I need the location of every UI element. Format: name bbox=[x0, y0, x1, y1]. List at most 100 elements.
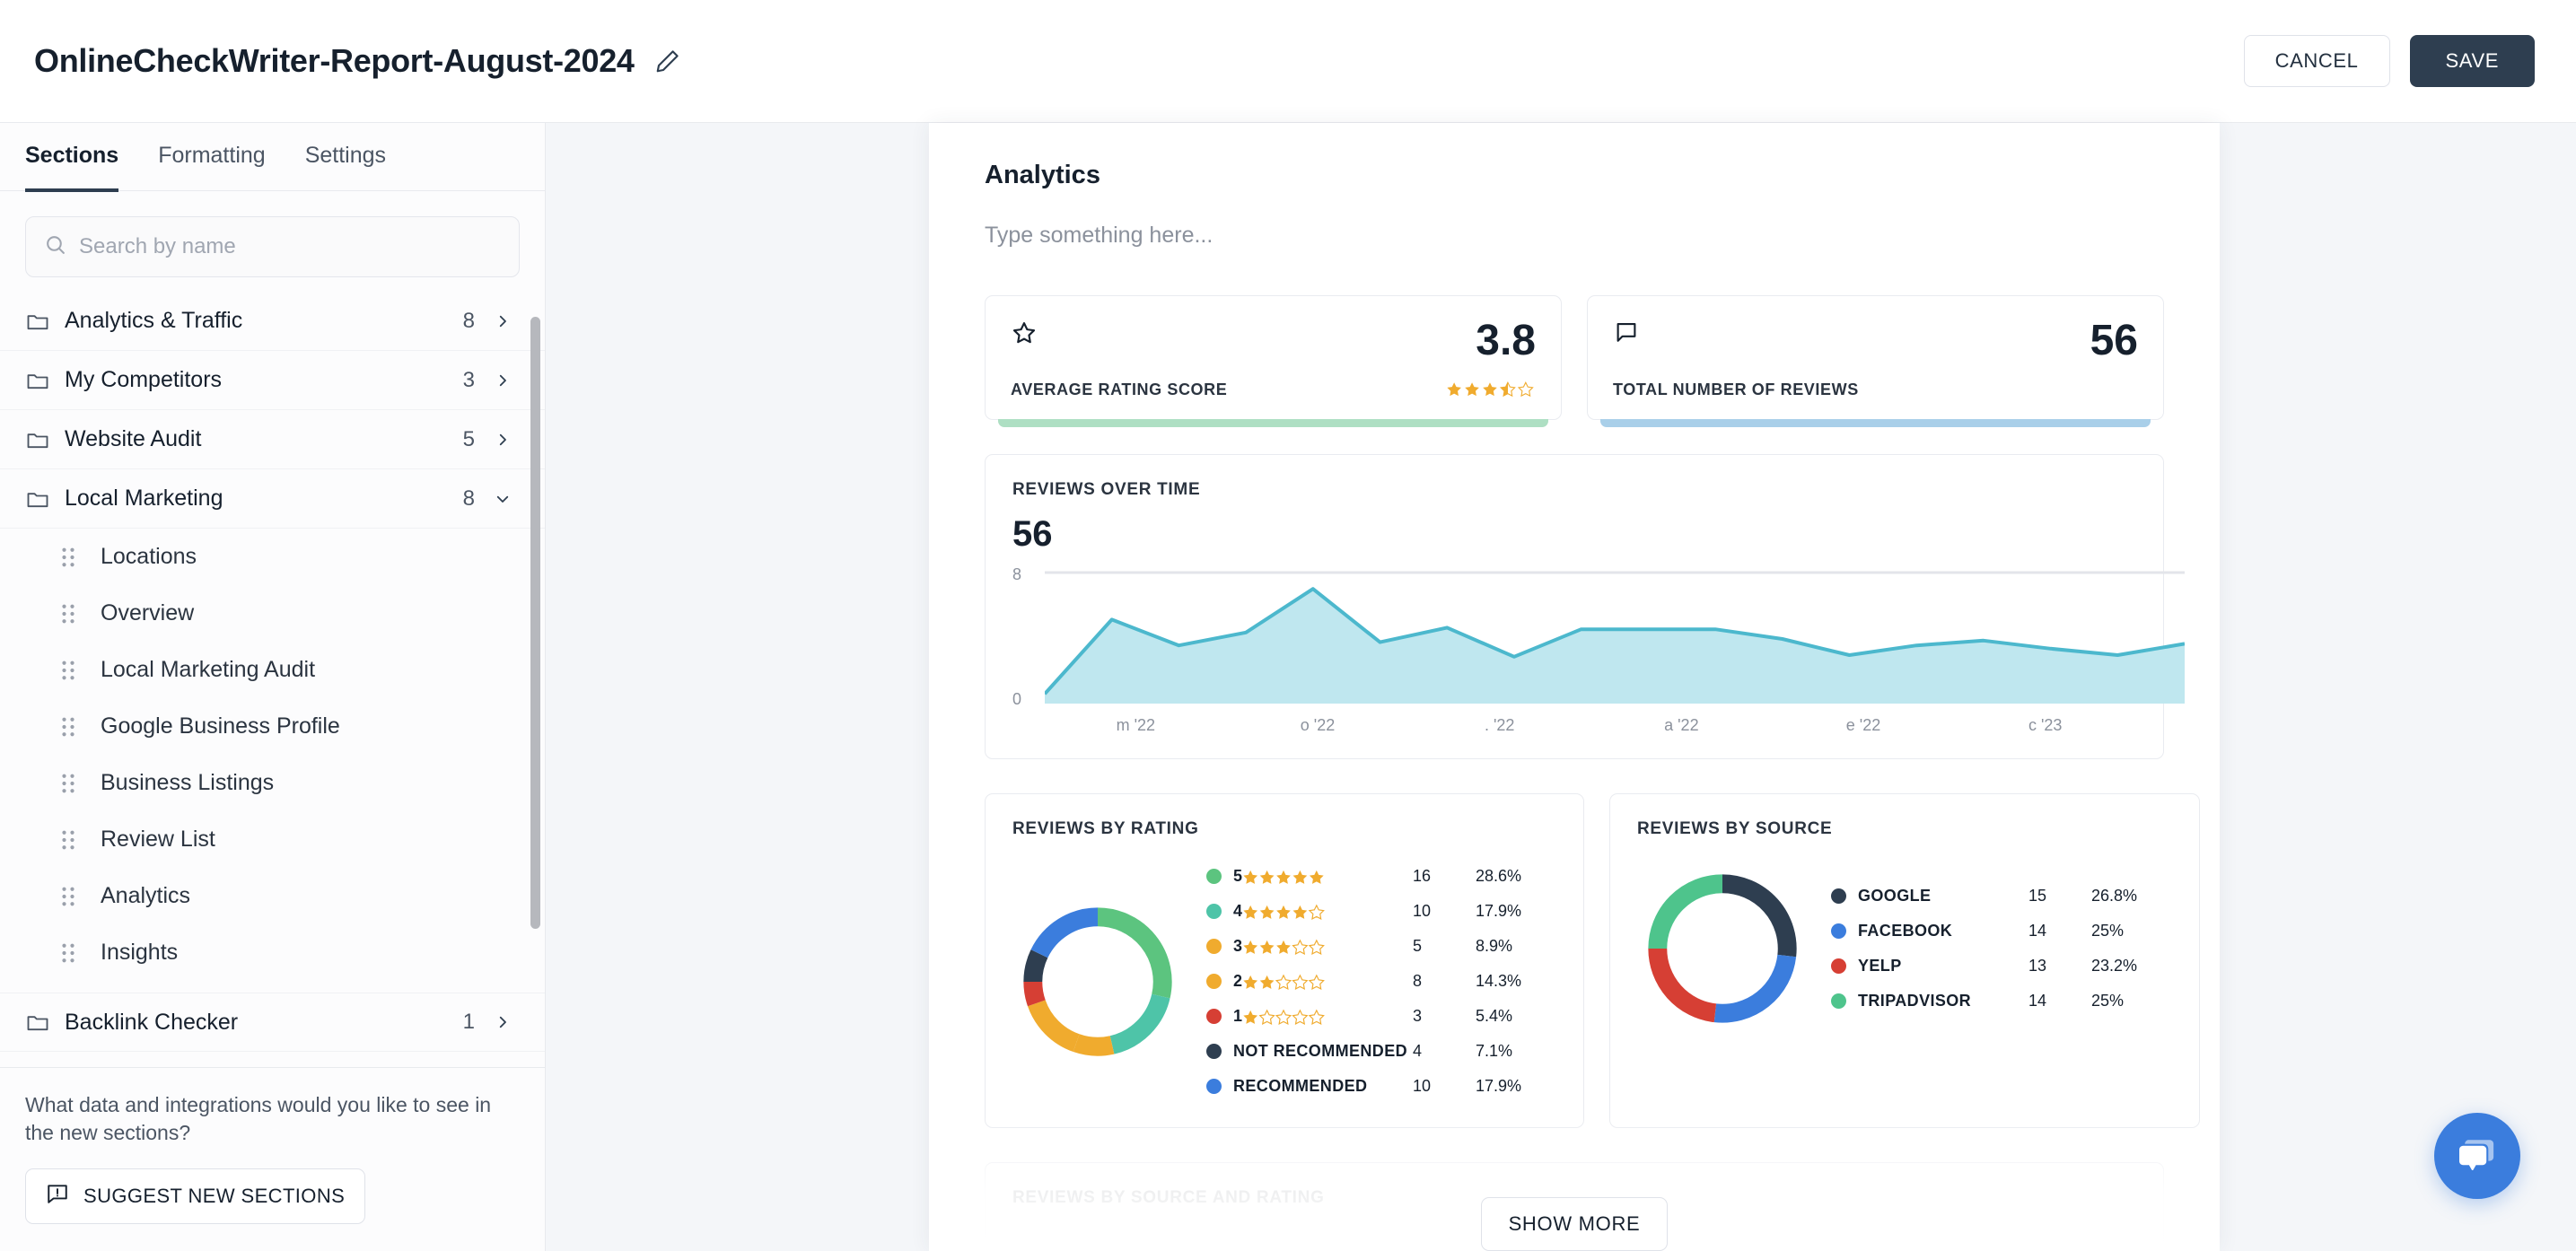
pencil-icon[interactable] bbox=[654, 48, 681, 74]
sidebar-folder-my-competitors[interactable]: My Competitors 3 bbox=[0, 351, 545, 410]
legend-color-dot bbox=[1831, 888, 1846, 904]
drag-handle-icon[interactable] bbox=[61, 942, 81, 964]
drag-handle-icon[interactable] bbox=[61, 603, 81, 625]
cancel-button[interactable]: CANCEL bbox=[2244, 35, 2390, 87]
suggest-button-label: SUGGEST NEW SECTIONS bbox=[83, 1185, 345, 1208]
drag-handle-icon[interactable] bbox=[61, 660, 81, 681]
show-more-button[interactable]: SHOW MORE bbox=[1481, 1197, 1669, 1251]
total-reviews-card: 56 TOTAL NUMBER OF REVIEWS bbox=[1587, 295, 2164, 420]
card-accent-bar bbox=[1600, 419, 2151, 427]
reviews-by-rating-card: REVIEWS BY RATING 51628.6%41017.9%358.9%… bbox=[985, 793, 1584, 1128]
folder-count: 8 bbox=[463, 486, 475, 512]
source-legend: GOOGLE1526.8%FACEBOOK1425%YELP1323.2%TRI… bbox=[1831, 879, 2172, 1019]
sidebar-folder-analytics-traffic[interactable]: Analytics & Traffic 8 bbox=[0, 292, 545, 351]
sidebar-folder-local-marketing[interactable]: Local Marketing 8 bbox=[0, 469, 545, 529]
chevron-right-icon[interactable] bbox=[495, 432, 511, 448]
sidebar-item-label: Locations bbox=[101, 544, 197, 570]
x-tick: m '22 bbox=[1045, 716, 1227, 735]
legend-row: 51628.6% bbox=[1206, 859, 1556, 894]
reviews-over-time-total: 56 bbox=[1012, 514, 2136, 555]
search-icon bbox=[44, 233, 66, 260]
comment-icon bbox=[1613, 319, 1640, 351]
sidebar-item-analytics[interactable]: Analytics bbox=[0, 868, 545, 924]
legend-count: 15 bbox=[2028, 887, 2091, 905]
folder-count: 8 bbox=[463, 309, 475, 334]
legend-row: 2814.3% bbox=[1206, 964, 1556, 999]
x-tick: a '22 bbox=[1590, 716, 1773, 735]
drag-handle-icon[interactable] bbox=[61, 773, 81, 794]
folder-label: Backlink Checker bbox=[65, 1010, 463, 1036]
legend-label: 1 bbox=[1233, 1007, 1242, 1026]
chevron-right-icon[interactable] bbox=[495, 313, 511, 329]
sidebar-folder-website-audit[interactable]: Website Audit 5 bbox=[0, 410, 545, 469]
sidebar: Sections Formatting Settings Analytics &… bbox=[0, 123, 546, 1251]
legend-count: 8 bbox=[1413, 972, 1476, 991]
sidebar-item-locations[interactable]: Locations bbox=[0, 529, 545, 585]
legend-percent: 17.9% bbox=[1476, 1077, 1556, 1096]
search-input[interactable] bbox=[66, 234, 501, 259]
sidebar-item-label: Overview bbox=[101, 600, 194, 626]
tab-formatting[interactable]: Formatting bbox=[158, 143, 265, 192]
sidebar-folder-backlink-checker[interactable]: Backlink Checker 1 bbox=[0, 993, 545, 1052]
top-bar-actions: CANCEL SAVE bbox=[2244, 35, 2535, 87]
legend-label-group: GOOGLE bbox=[1858, 887, 2028, 905]
folder-icon bbox=[25, 368, 52, 393]
drag-handle-icon[interactable] bbox=[61, 547, 81, 568]
sidebar-item-local-marketing-audit[interactable]: Local Marketing Audit bbox=[0, 642, 545, 698]
sidebar-item-business-listings[interactable]: Business Listings bbox=[0, 755, 545, 811]
legend-label-group: 1 bbox=[1233, 1007, 1413, 1026]
suggest-new-sections-button[interactable]: SUGGEST NEW SECTIONS bbox=[25, 1168, 365, 1224]
folder-icon bbox=[25, 1010, 52, 1035]
legend-label-group: NOT RECOMMENDED bbox=[1233, 1042, 1413, 1061]
tab-settings[interactable]: Settings bbox=[305, 143, 386, 192]
sidebar-item-review-list[interactable]: Review List bbox=[0, 811, 545, 868]
legend-label-group: FACEBOOK bbox=[1858, 922, 2028, 940]
legend-label: NOT RECOMMENDED bbox=[1233, 1042, 1407, 1061]
drag-handle-icon[interactable] bbox=[61, 716, 81, 738]
source-donut-chart bbox=[1637, 859, 1808, 1038]
legend-label: TRIPADVISOR bbox=[1858, 992, 1971, 1010]
x-tick: . '22 bbox=[1408, 716, 1590, 735]
legend-percent: 14.3% bbox=[1476, 972, 1556, 991]
legend-color-dot bbox=[1831, 923, 1846, 939]
total-reviews-label: TOTAL NUMBER OF REVIEWS bbox=[1613, 381, 1859, 399]
folder-count: 3 bbox=[463, 368, 475, 393]
tab-sections[interactable]: Sections bbox=[25, 143, 118, 192]
legend-color-dot bbox=[1831, 958, 1846, 974]
x-axis-labels: m '22 o '22 . '22 a '22 e '22 c '23 bbox=[1045, 716, 2136, 735]
legend-count: 10 bbox=[1413, 1077, 1476, 1096]
star-outline-icon bbox=[1011, 319, 1038, 351]
sidebar-scrollbar[interactable] bbox=[530, 317, 540, 929]
drag-handle-icon[interactable] bbox=[61, 886, 81, 907]
sections-list: Analytics & Traffic 8 My Competitors 3 W… bbox=[0, 292, 545, 1067]
x-tick: o '22 bbox=[1227, 716, 1409, 735]
search-box[interactable] bbox=[25, 216, 520, 277]
sidebar-item-insights[interactable]: Insights bbox=[0, 924, 545, 981]
legend-count: 14 bbox=[2028, 922, 2091, 940]
chevron-down-icon[interactable] bbox=[495, 491, 511, 507]
legend-label: YELP bbox=[1858, 957, 1902, 975]
sidebar-item-label: Local Marketing Audit bbox=[101, 657, 315, 683]
legend-percent: 23.2% bbox=[2091, 957, 2172, 975]
chevron-right-icon[interactable] bbox=[495, 1014, 511, 1030]
folder-count: 1 bbox=[463, 1010, 475, 1035]
legend-count: 16 bbox=[1413, 867, 1476, 886]
drag-handle-icon[interactable] bbox=[61, 829, 81, 851]
section-description-placeholder[interactable]: Type something here... bbox=[985, 223, 2164, 249]
card-top: 56 bbox=[1613, 319, 2138, 363]
average-rating-card: 3.8 AVERAGE RATING SCORE bbox=[985, 295, 1562, 420]
chevron-right-icon[interactable] bbox=[495, 372, 511, 389]
area-chart-svg bbox=[1045, 571, 2185, 704]
legend-label: 4 bbox=[1233, 902, 1242, 921]
folder-icon bbox=[25, 309, 52, 334]
legend-percent: 26.8% bbox=[2091, 887, 2172, 905]
chat-bubble-icon[interactable] bbox=[2434, 1113, 2520, 1199]
total-reviews-value: 56 bbox=[2090, 319, 2138, 363]
legend-label-group: YELP bbox=[1858, 957, 2028, 975]
sidebar-item-google-business-profile[interactable]: Google Business Profile bbox=[0, 698, 545, 755]
sidebar-item-overview[interactable]: Overview bbox=[0, 585, 545, 642]
sidebar-item-label: Google Business Profile bbox=[101, 713, 340, 739]
reviews-over-time-card: REVIEWS OVER TIME 56 8 0 m '22 o '22 . '… bbox=[985, 454, 2164, 759]
legend-count: 4 bbox=[1413, 1042, 1476, 1061]
save-button[interactable]: SAVE bbox=[2410, 35, 2535, 87]
